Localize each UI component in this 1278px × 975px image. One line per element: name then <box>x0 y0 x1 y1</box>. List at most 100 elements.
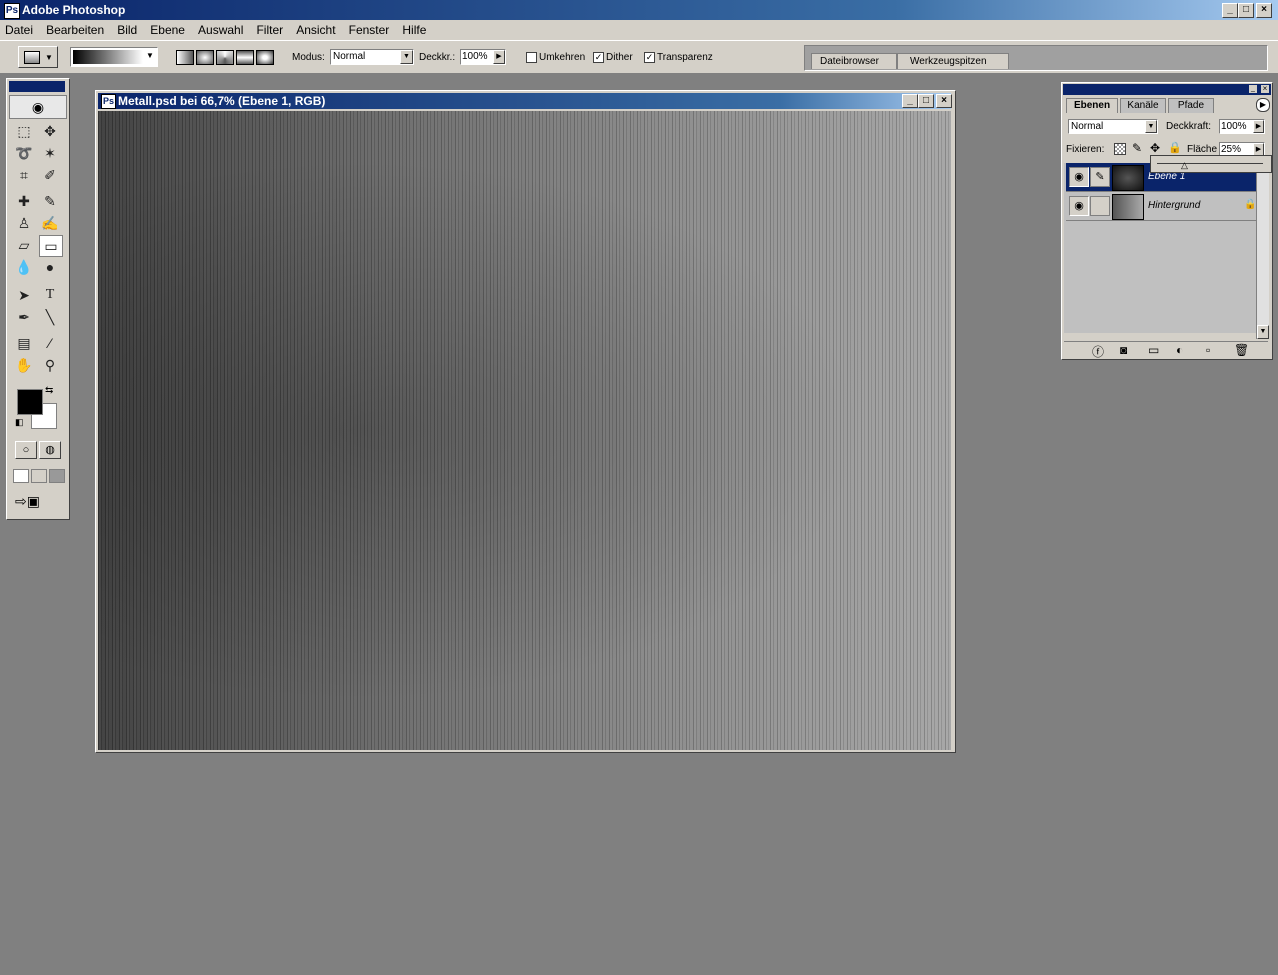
gradient-picker[interactable]: ▼ <box>70 47 158 67</box>
eraser-tool-icon[interactable]: ▱ <box>13 235 35 255</box>
palette-minimize-icon[interactable]: _ <box>1249 85 1257 93</box>
stamp-tool-icon[interactable]: ♙ <box>13 213 35 233</box>
brush-link-icon[interactable]: ✎ <box>1090 167 1110 187</box>
magic-wand-tool-icon[interactable]: ✶ <box>39 143 61 163</box>
palette-menu-icon[interactable]: ▶ <box>1256 98 1270 112</box>
line-tool-icon[interactable]: ╲ <box>39 307 61 327</box>
palette-close-icon[interactable]: × <box>1261 85 1269 93</box>
slice-tool-icon[interactable]: ✐ <box>39 165 61 185</box>
move-tool-icon[interactable]: ✥ <box>39 121 61 141</box>
jump-to-imageready-icon[interactable]: ⇨▣ <box>15 493 40 510</box>
tool-preset-picker[interactable]: ▼ <box>18 46 58 68</box>
quickmask-mode-icon[interactable]: ◍ <box>39 441 61 459</box>
adobe-online-icon[interactable]: ◉ <box>9 95 67 119</box>
lock-paint-icon[interactable]: ✎ <box>1132 141 1142 155</box>
eye-icon[interactable]: ◉ <box>1069 167 1089 187</box>
blend-mode-select[interactable]: Normal ▼ <box>1068 119 1158 134</box>
tab-pfade[interactable]: Pfade <box>1168 98 1214 113</box>
screen-mode-standard-icon[interactable] <box>13 469 29 483</box>
hand-tool-icon[interactable]: ✋ <box>13 355 35 375</box>
modus-label: Modus: <box>292 52 325 63</box>
layer-mask-icon[interactable]: ◙ <box>1120 343 1127 357</box>
menu-bild[interactable]: Bild <box>112 20 142 37</box>
slider-arrow-icon[interactable]: ▶ <box>493 50 505 64</box>
standard-mode-icon[interactable]: ○ <box>15 441 37 459</box>
gradient-preview <box>73 50 143 64</box>
tab-dateibrowser[interactable]: Dateibrowser <box>811 53 897 69</box>
fill-slider-popup[interactable]: △ <box>1150 155 1272 173</box>
angle-gradient-button[interactable] <box>216 50 234 65</box>
healing-brush-tool-icon[interactable]: ✚ <box>13 191 35 211</box>
tab-ebenen[interactable]: Ebenen <box>1066 98 1118 113</box>
new-layer-icon[interactable]: ▫ <box>1206 343 1210 357</box>
foreground-color-swatch-front[interactable] <box>17 389 43 415</box>
fill-slider-track[interactable] <box>1157 163 1263 164</box>
transparenz-checkbox[interactable]: ✓ <box>644 52 655 63</box>
dodge-tool-icon[interactable]: ● <box>39 257 61 277</box>
menu-datei[interactable]: Datei <box>0 20 38 37</box>
deckkr-input[interactable]: 100% ▶ <box>460 49 506 65</box>
lasso-tool-icon[interactable]: ➰ <box>13 143 35 163</box>
screen-mode-full-menu-icon[interactable] <box>31 469 47 483</box>
layers-scrollbar[interactable]: ▼ <box>1256 163 1269 339</box>
blur-tool-icon[interactable]: 💧 <box>13 257 35 277</box>
radial-gradient-button[interactable] <box>196 50 214 65</box>
gradient-tool-icon[interactable]: ▭ <box>39 235 63 257</box>
lock-move-icon[interactable]: ✥ <box>1150 141 1160 155</box>
minimize-button[interactable]: _ <box>1222 3 1238 18</box>
screen-mode-full-icon[interactable] <box>49 469 65 483</box>
reflected-gradient-button[interactable] <box>236 50 254 65</box>
pen-tool-icon[interactable]: ✒ <box>13 307 35 327</box>
opacity-input[interactable]: 100% ▶ <box>1219 119 1265 134</box>
menu-hilfe[interactable]: Hilfe <box>397 20 431 37</box>
modus-select[interactable]: Normal ▼ <box>330 49 414 65</box>
eye-icon[interactable]: ◉ <box>1069 196 1089 216</box>
new-set-icon[interactable]: ▭ <box>1148 343 1159 357</box>
menu-ansicht[interactable]: Ansicht <box>291 20 340 37</box>
tab-kanaele[interactable]: Kanäle <box>1120 98 1166 113</box>
doc-close-button[interactable]: × <box>936 94 952 108</box>
doc-maximize-button[interactable]: □ <box>918 94 934 108</box>
link-slot[interactable] <box>1090 196 1110 216</box>
brushed-metal-canvas[interactable] <box>98 111 951 750</box>
lock-transparency-icon[interactable] <box>1114 143 1126 155</box>
brush-tool-icon[interactable]: ✎ <box>39 191 61 211</box>
menu-ebene[interactable]: Ebene <box>145 20 190 37</box>
lock-icon: 🔒 <box>1244 199 1257 210</box>
diamond-gradient-button[interactable] <box>256 50 274 65</box>
close-button[interactable]: × <box>1256 3 1272 18</box>
layers-palette: _ × Ebenen Kanäle Pfade ▶ Normal ▼ Deckk… <box>1061 82 1273 360</box>
menu-filter[interactable]: Filter <box>251 20 288 37</box>
umkehren-checkbox[interactable] <box>526 52 537 63</box>
maximize-button[interactable]: □ <box>1238 3 1254 18</box>
layer-style-icon[interactable]: ⓕ <box>1092 343 1104 360</box>
layer-name[interactable]: Hintergrund <box>1148 200 1200 211</box>
swap-colors-icon[interactable]: ⇆ <box>45 385 53 396</box>
path-selection-tool-icon[interactable]: ➤ <box>13 285 35 305</box>
scroll-down-icon[interactable]: ▼ <box>1257 325 1269 339</box>
dither-checkbox[interactable]: ✓ <box>593 52 604 63</box>
tab-dateibrowser-label: Dateibrowser <box>820 56 879 67</box>
marquee-tool-icon[interactable]: ⬚ <box>13 121 35 141</box>
fill-slider-thumb[interactable]: △ <box>1181 161 1188 170</box>
menu-bearbeiten[interactable]: Bearbeiten <box>41 20 109 37</box>
opacity-label: Deckkraft: <box>1166 121 1212 132</box>
trash-icon[interactable]: 🗑 <box>1234 343 1249 357</box>
menu-auswahl[interactable]: Auswahl <box>193 20 248 37</box>
layer-row-hintergrund[interactable]: ◉ Hintergrund 🔒 <box>1066 192 1256 221</box>
slider-arrow-icon[interactable]: ▶ <box>1253 120 1264 133</box>
dither-label: Dither <box>606 52 633 63</box>
default-colors-icon[interactable]: ◧ <box>15 417 24 428</box>
notes-tool-icon[interactable]: ▤ <box>13 333 35 353</box>
doc-minimize-button[interactable]: _ <box>902 94 918 108</box>
tab-werkzeugspitzen[interactable]: Werkzeugspitzen <box>897 53 1009 69</box>
linear-gradient-button[interactable] <box>176 50 194 65</box>
eyedropper-tool-icon[interactable]: ⁄ <box>39 333 61 353</box>
zoom-tool-icon[interactable]: ⚲ <box>39 355 61 375</box>
history-brush-tool-icon[interactable]: ✍ <box>39 213 61 233</box>
type-tool-icon[interactable]: T <box>39 285 61 305</box>
crop-tool-icon[interactable]: ⌗ <box>13 165 35 185</box>
adjustment-layer-icon[interactable]: ◐ <box>1176 343 1183 357</box>
menu-fenster[interactable]: Fenster <box>344 20 395 37</box>
lock-all-icon[interactable]: 🔒 <box>1168 141 1182 154</box>
